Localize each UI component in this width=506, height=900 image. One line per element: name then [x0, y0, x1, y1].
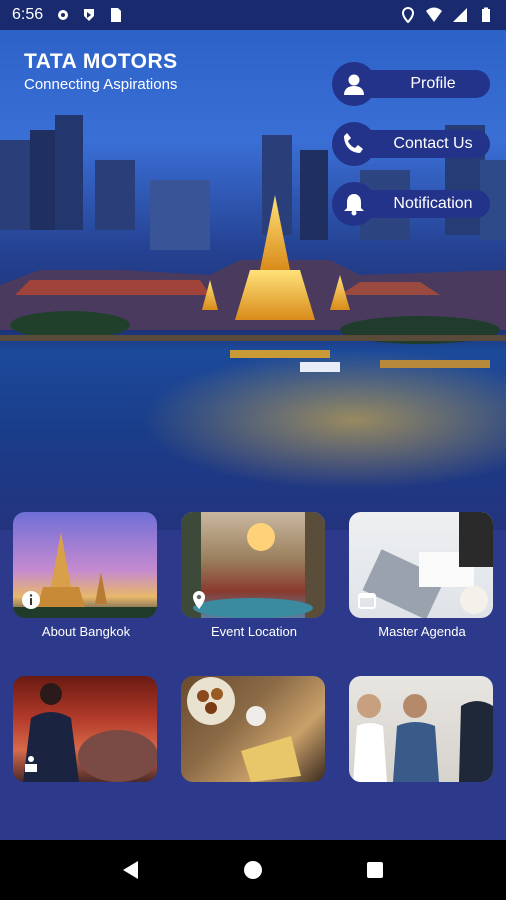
tile-dining[interactable] [181, 676, 327, 788]
event-location-image [181, 512, 325, 618]
wifi-icon [426, 7, 442, 22]
home-icon[interactable] [242, 859, 264, 881]
tile-label: About Bangkok [41, 624, 131, 639]
notification-button[interactable]: Notification [332, 182, 490, 226]
networking-image [349, 676, 493, 782]
signal-icon [453, 8, 467, 22]
system-nav-bar [0, 840, 506, 900]
profile-button[interactable]: Profile [332, 62, 490, 106]
tile-about-bangkok[interactable]: About Bangkok [13, 512, 159, 639]
tile-networking[interactable] [349, 676, 495, 788]
tile-event-location[interactable]: Event Location [181, 512, 327, 639]
tile-grid: About Bangkok Event Location Master Agen… [0, 512, 506, 840]
tile-label: Event Location [210, 624, 297, 639]
notification-label: Notification [393, 195, 473, 212]
tile-label: Master Agenda [378, 624, 466, 639]
location-icon [401, 7, 415, 23]
dining-image [181, 676, 325, 782]
settings-icon [58, 10, 69, 20]
back-icon[interactable] [120, 859, 142, 881]
contact-us-label: Contact Us [393, 135, 473, 152]
profile-label: Profile [410, 75, 456, 92]
phone-icon [332, 122, 376, 166]
status-bar: 6:56 [0, 0, 506, 30]
recents-icon[interactable] [364, 859, 386, 881]
sd-card-icon [111, 8, 122, 22]
brand-tagline: Connecting Aspirations [24, 76, 178, 93]
master-agenda-image [349, 512, 493, 618]
brand-logo: TATA MOTORS Connecting Aspirations [24, 50, 178, 93]
bell-icon [332, 182, 376, 226]
tile-speakers[interactable] [13, 676, 159, 788]
info-icon [22, 591, 40, 609]
contact-us-button[interactable]: Contact Us [332, 122, 490, 166]
shield-icon [84, 9, 95, 21]
hero-banner: TATA MOTORS Connecting Aspirations Profi… [0, 30, 506, 530]
speaker-icon [25, 756, 37, 772]
person-icon [332, 62, 376, 106]
calendar-icon [358, 593, 376, 609]
about-bangkok-image [13, 512, 157, 618]
tile-master-agenda[interactable]: Master Agenda [349, 512, 495, 639]
battery-icon [482, 7, 490, 22]
location-pin-icon [193, 591, 205, 609]
speakers-image [13, 676, 157, 782]
brand-name: TATA MOTORS [24, 50, 178, 73]
status-time: 6:56 [12, 6, 44, 23]
